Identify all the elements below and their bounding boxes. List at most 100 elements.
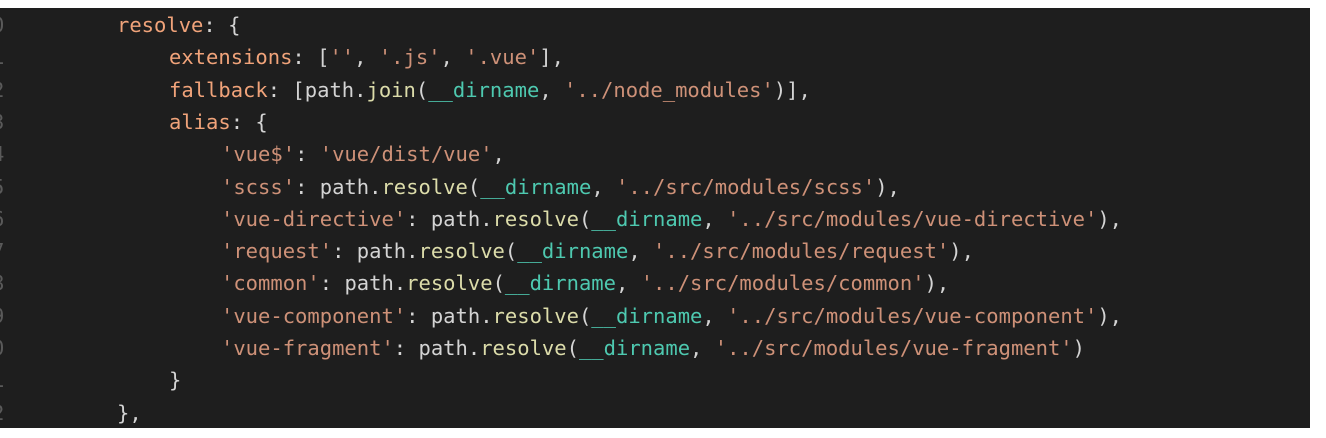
code-token: ( — [504, 239, 518, 264]
code-text: alias: { — [169, 106, 268, 138]
code-token: 'vue-directive' — [221, 206, 407, 231]
code-token: path — [418, 336, 468, 360]
code-token: path — [319, 174, 370, 199]
code-text: } — [169, 364, 181, 396]
code-line[interactable]: 6 'vue-directive': path.resolve(__dirname… — [0, 203, 1310, 235]
code-line[interactable]: 3 alias: { — [0, 106, 1310, 138]
code-token: __dirname — [517, 239, 629, 264]
code-line[interactable]: 1} — [0, 364, 1310, 396]
code-token: extensions — [169, 45, 293, 70]
code-token: __dirname — [480, 174, 592, 199]
code-token: '.js' — [378, 45, 441, 70]
code-line[interactable]: 1 extensions: ['', '.js', '.vue'], — [0, 41, 1310, 73]
code-token: __dirname — [591, 206, 703, 231]
code-token: 'vue$' — [221, 142, 296, 167]
code-token: '../src/modules/vue-directive' — [727, 206, 1098, 231]
code-token: '../src/modules/common' — [640, 271, 925, 296]
code-token: path — [356, 239, 407, 264]
line-number: 3 — [0, 106, 16, 138]
code-token: , — [702, 206, 728, 231]
code-text: 'vue-directive': path.resolve(__dirname,… — [221, 203, 1122, 235]
line-number: 9 — [0, 300, 16, 332]
code-line[interactable]: 2 fallback: [path.join(__dirname, '../nod… — [0, 74, 1310, 106]
code-token: 'vue-component' — [221, 303, 407, 328]
code-token: ), — [949, 239, 974, 264]
code-token: join — [366, 77, 416, 102]
code-token: . — [480, 303, 493, 328]
code-token: '.vue' — [465, 45, 540, 70]
line-number: 5 — [0, 171, 16, 203]
code-line[interactable]: 8 'common': path.resolve(__dirname, '../s… — [0, 267, 1310, 299]
code-token: ( — [415, 77, 429, 102]
line-number: 6 — [0, 203, 16, 235]
code-token: : — [406, 303, 431, 328]
code-line[interactable]: 7 'request': path.resolve(__dirname, '../… — [0, 235, 1310, 267]
code-token: ( — [578, 206, 592, 231]
code-token: resolve — [117, 13, 204, 37]
code-text: }, — [117, 397, 142, 428]
code-token: , — [628, 239, 654, 264]
code-token: path — [304, 77, 355, 102]
code-text: 'vue-component': path.resolve(__dirname,… — [221, 300, 1122, 332]
code-line[interactable]: 0 resolve: { — [0, 9, 1310, 41]
code-token: } — [169, 368, 182, 393]
code-token: path — [344, 271, 394, 296]
code-line[interactable]: 5 'scss': path.resolve(__dirname, '../src… — [0, 171, 1310, 203]
line-number: 4 — [0, 138, 16, 170]
code-token: , — [492, 142, 505, 167]
code-token: : { — [203, 13, 241, 37]
code-token: 'scss' — [221, 174, 296, 199]
code-token: 'request' — [221, 239, 333, 264]
code-token: , — [690, 336, 715, 360]
code-text: 'vue$': 'vue/dist/vue', — [221, 138, 505, 170]
code-text: 'scss': path.resolve(__dirname, '../src/… — [221, 171, 900, 203]
code-token: ), — [1097, 303, 1123, 328]
code-token: 'vue/dist/vue' — [319, 142, 493, 167]
code-line[interactable]: 2}, — [0, 397, 1310, 428]
code-token: , — [539, 77, 564, 102]
code-token: : — [295, 174, 320, 199]
code-token: resolve — [418, 239, 505, 264]
code-token: '../src/modules/request' — [653, 239, 950, 264]
code-line[interactable]: 0 'vue-fragment': path.resolve(__dirname,… — [0, 332, 1310, 364]
code-text: 'request': path.resolve(__dirname, '../s… — [221, 235, 974, 267]
code-token: __dirname — [428, 77, 540, 102]
code-token: )], — [773, 77, 811, 102]
code-token: 'common' — [221, 271, 320, 296]
line-number: 8 — [0, 267, 16, 299]
code-text: 'vue-fragment': path.resolve(__dirname, … — [221, 332, 1085, 364]
code-text: fallback: [path.join(__dirname, '../node… — [169, 74, 811, 106]
code-token: : — [332, 239, 357, 264]
code-token: resolve — [492, 206, 579, 231]
code-token: __dirname — [504, 271, 616, 296]
code-token: . — [393, 271, 407, 296]
code-token: . — [354, 77, 367, 102]
line-number: 2 — [0, 74, 16, 106]
code-token: : — [295, 142, 320, 167]
code-line[interactable]: 4 'vue$': 'vue/dist/vue', — [0, 138, 1310, 170]
code-token: : — [393, 336, 419, 360]
code-editor[interactable]: 0resolve: {1extensions: ['', '.js', '.vu… — [0, 8, 1310, 428]
code-token: ) — [1072, 336, 1085, 360]
line-number: 1 — [0, 364, 16, 396]
code-token: ), — [875, 174, 900, 199]
code-token: , — [616, 271, 641, 296]
code-token: ( — [566, 336, 579, 360]
code-token: path — [430, 303, 481, 328]
code-line[interactable]: 9 'vue-component': path.resolve(__dirname… — [0, 300, 1310, 332]
code-token: '../src/modules/vue-component' — [727, 303, 1098, 328]
code-token: , — [702, 303, 728, 328]
code-token: ), — [924, 271, 950, 296]
code-token: : — [406, 206, 431, 231]
code-text: 'common': path.resolve(__dirname, '../sr… — [221, 267, 949, 299]
code-token: : { — [230, 109, 268, 134]
code-token: . — [369, 174, 382, 199]
line-number: 0 — [0, 9, 16, 41]
code-token: ( — [578, 303, 592, 328]
line-number: 2 — [0, 397, 16, 428]
code-token: }, — [117, 400, 142, 425]
line-number: 1 — [0, 41, 16, 73]
code-token: resolve — [480, 336, 567, 360]
code-token: . — [467, 336, 481, 360]
code-token: __dirname — [578, 336, 691, 360]
